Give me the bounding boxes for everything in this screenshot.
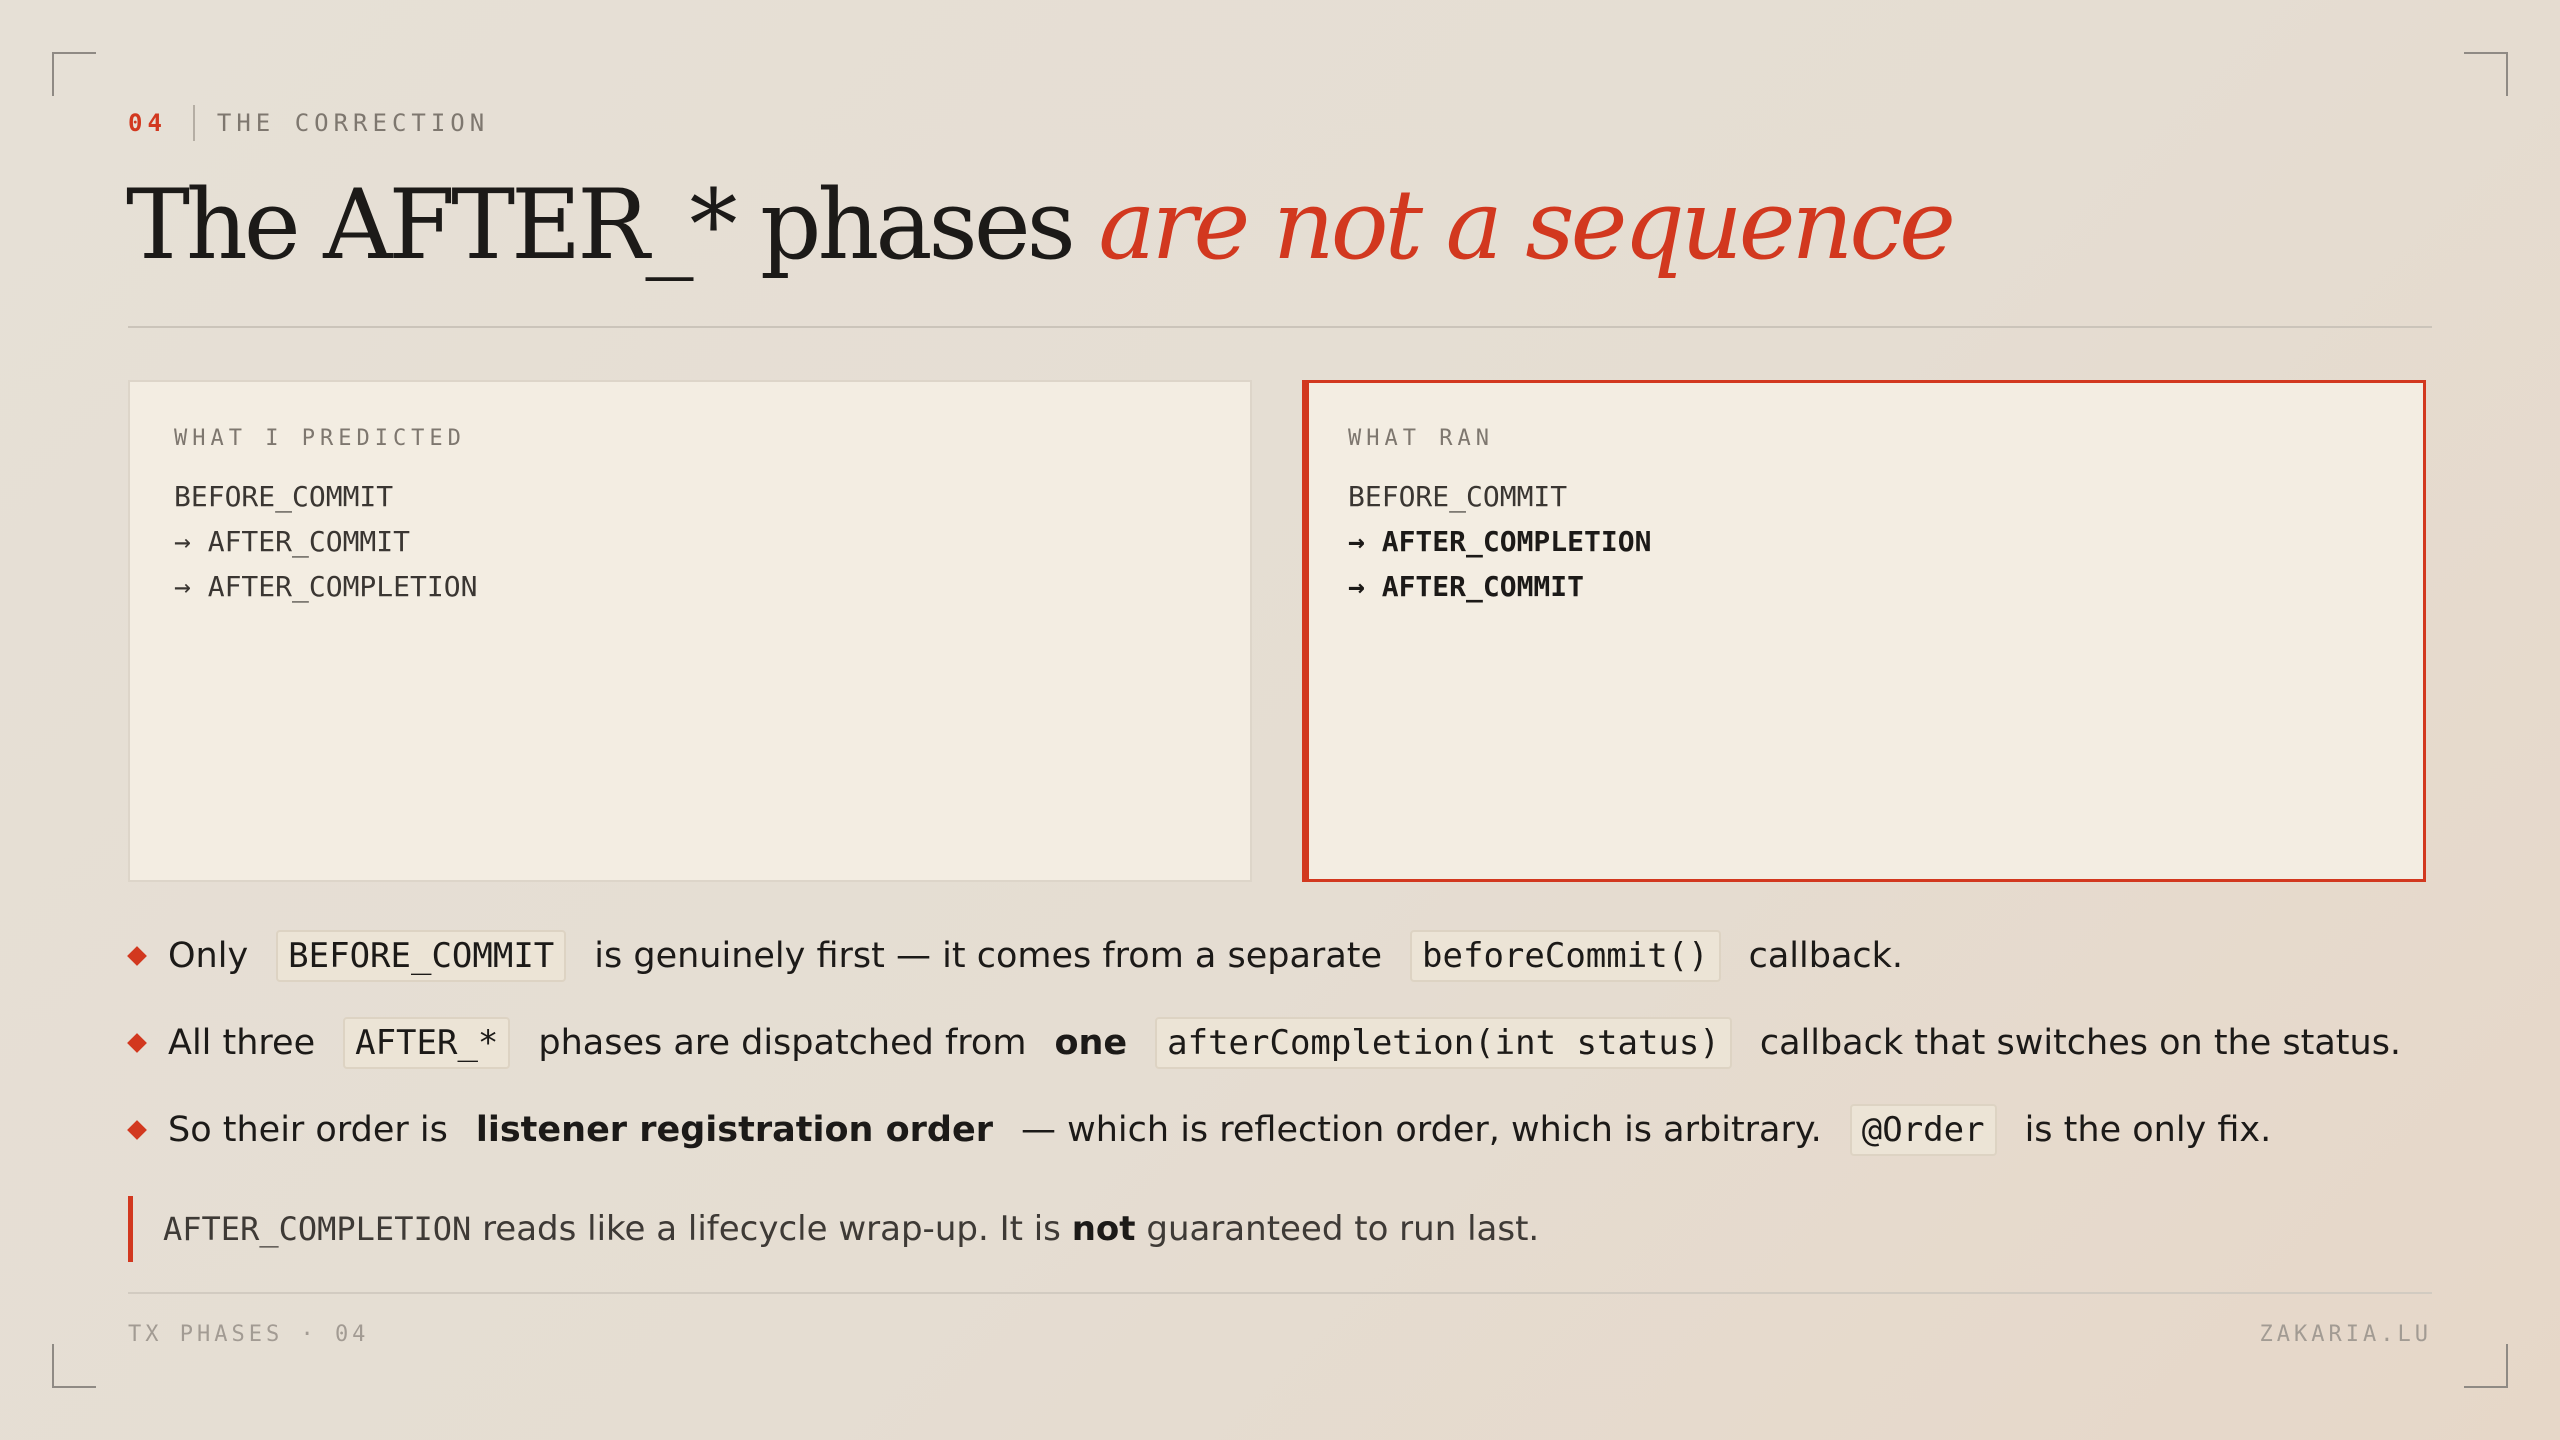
inline-code: beforeCommit() xyxy=(1410,929,1721,982)
bullet-text: is the only fix. xyxy=(2024,1109,2272,1150)
actual-step: → AFTER_COMPLETION xyxy=(1348,525,1652,558)
bullet-item: Only BEFORE_COMMIT is genuinely first — … xyxy=(127,912,2448,999)
diamond-bullet-icon xyxy=(127,1032,147,1053)
bullet-item: All three AFTER_* phases are dispatched … xyxy=(127,999,2448,1086)
actual-step: → AFTER_COMMIT xyxy=(1348,570,1585,603)
bullet-text: All three xyxy=(168,1022,316,1063)
actual-sequence: BEFORE_COMMIT → AFTER_COMPLETION → AFTER… xyxy=(1348,474,1651,609)
eyebrow-divider xyxy=(192,105,195,141)
predicted-card-label: WHAT I PREDICTED xyxy=(174,426,466,451)
bullet-item: So their order is listener registration … xyxy=(127,1086,2448,1173)
corner-mark-bottom-left xyxy=(52,1344,96,1388)
footer-deck-label: TX PHASES · 04 xyxy=(128,1322,370,1347)
bullet-emphasis: one xyxy=(1054,1022,1128,1063)
corner-mark-top-left xyxy=(52,52,96,96)
corner-mark-bottom-right xyxy=(2464,1344,2508,1388)
section-eyebrow: 04 THE CORRECTION xyxy=(128,104,489,142)
bullet-text: So their order is xyxy=(168,1109,448,1150)
slide-title: The AFTER_* phases are not a sequence xyxy=(126,168,1956,283)
note-text: reads like a lifecycle wrap-up. It is xyxy=(482,1209,1061,1249)
predicted-step: BEFORE_COMMIT xyxy=(174,480,394,513)
actual-card-label: WHAT RAN xyxy=(1348,426,1494,451)
footer-site-label: ZAKARIA.LU xyxy=(2259,1322,2432,1347)
actual-step: BEFORE_COMMIT xyxy=(1348,480,1568,513)
predicted-sequence: BEFORE_COMMIT → AFTER_COMMIT → AFTER_COM… xyxy=(174,474,477,609)
title-main: The AFTER_* phases xyxy=(126,169,1076,281)
note-emphasis: not xyxy=(1071,1209,1136,1249)
inline-code: @Order xyxy=(1849,1103,1997,1156)
bullet-text: callback. xyxy=(1748,935,1904,976)
actual-card: WHAT RAN BEFORE_COMMIT → AFTER_COMPLETIO… xyxy=(1302,380,2426,882)
predicted-card: WHAT I PREDICTED BEFORE_COMMIT → AFTER_C… xyxy=(128,380,1252,882)
bullet-text: Only xyxy=(168,935,249,976)
section-label: THE CORRECTION xyxy=(216,109,490,137)
predicted-step: → AFTER_COMMIT xyxy=(174,525,411,558)
title-divider xyxy=(128,326,2432,328)
corner-mark-top-right xyxy=(2464,52,2508,96)
bullet-text: phases are dispatched from xyxy=(538,1022,1027,1063)
callout-note: AFTER_COMPLETION reads like a lifecycle … xyxy=(128,1196,2428,1262)
footer-divider xyxy=(128,1292,2432,1294)
section-number: 04 xyxy=(128,109,167,137)
bullet-text: is genuinely first — it comes from a sep… xyxy=(594,935,1383,976)
inline-code: BEFORE_COMMIT xyxy=(276,929,567,982)
bullet-text: callback that switches on the status. xyxy=(1759,1022,2402,1063)
predicted-step: → AFTER_COMPLETION xyxy=(174,570,478,603)
diamond-bullet-icon xyxy=(127,945,147,966)
note-text: guaranteed to run last. xyxy=(1146,1209,1540,1249)
bullet-emphasis: listener registration order xyxy=(475,1109,993,1150)
bullet-list: Only BEFORE_COMMIT is genuinely first — … xyxy=(127,912,2448,1173)
inline-code: afterCompletion(int status) xyxy=(1155,1016,1732,1069)
note-code: AFTER_COMPLETION xyxy=(163,1210,472,1248)
title-highlight: are not a sequence xyxy=(1098,169,1955,281)
inline-code: AFTER_* xyxy=(343,1016,511,1069)
bullet-text: — which is reflection order, which is ar… xyxy=(1020,1109,1822,1150)
diamond-bullet-icon xyxy=(127,1119,147,1140)
